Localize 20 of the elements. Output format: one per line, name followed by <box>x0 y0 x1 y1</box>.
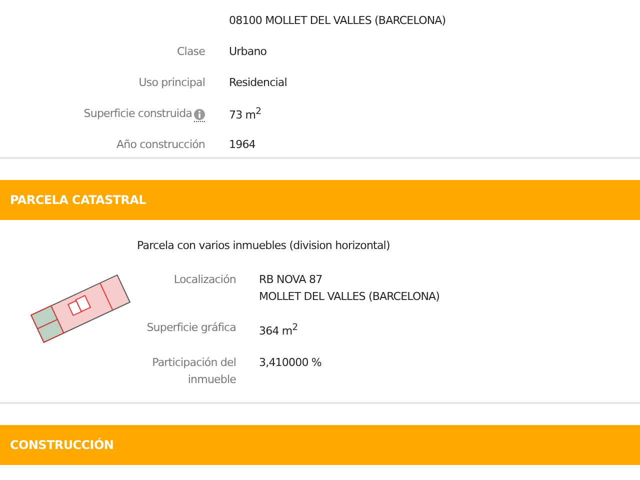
field-label: Localización <box>172 272 236 288</box>
field-label: Superficie construida <box>84 107 192 120</box>
field-label: Año construcción <box>116 138 205 151</box>
field-value: Urbano <box>229 45 267 58</box>
field-value: 08100 MOLLET DEL VALLES (BARCELONA) <box>229 14 446 27</box>
field-value: Residencial <box>229 76 287 89</box>
field-label: Uso principal <box>138 76 205 89</box>
field-value: MOLLET DEL VALLES (BARCELONA) <box>259 289 440 305</box>
field-value: 1964 <box>229 138 256 151</box>
field-label: Clase <box>177 45 205 58</box>
info-icon[interactable] <box>194 108 205 122</box>
field-value: 3,410000 % <box>259 354 322 371</box>
parcel-description: Parcela con varios inmuebles (division horizontal) <box>136 238 391 254</box>
section-header: CONSTRUCCIÓN <box>0 425 640 465</box>
section-header: PARCELA CATASTRAL <box>0 180 640 220</box>
field-value: 364 m$^{2}$ <box>259 321 298 340</box>
field-value: 73 m$^{2}$ <box>229 106 262 122</box>
field-label: Participación del inmueble <box>151 354 236 388</box>
field-value: RB NOVA 87 <box>259 272 324 288</box>
field-label: Superficie gráfica <box>146 320 236 336</box>
